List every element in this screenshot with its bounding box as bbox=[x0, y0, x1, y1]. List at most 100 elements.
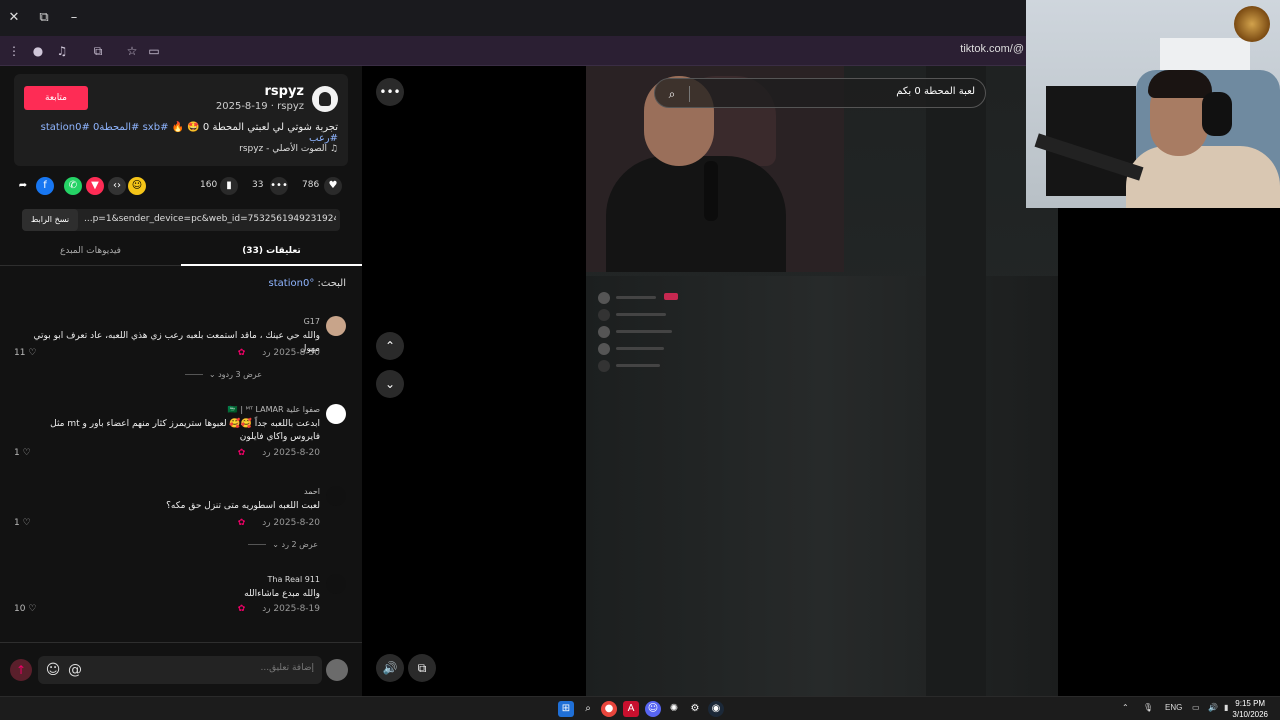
hair bbox=[1148, 70, 1212, 98]
reply-button[interactable]: رد bbox=[262, 518, 270, 528]
picture-in-picture-icon[interactable]: ⧉ bbox=[408, 654, 436, 682]
language-indicator[interactable]: ENG bbox=[1165, 703, 1182, 712]
embed-icon[interactable]: ‹› bbox=[108, 177, 126, 195]
minimize-icon[interactable]: – bbox=[64, 8, 84, 28]
follow-button[interactable]: متابعة bbox=[24, 86, 88, 110]
tiktok-extension-icon[interactable]: ● bbox=[28, 41, 48, 61]
screen: ✕ ⧉ – ⋮ ● ♫ ⧉ ☆ ▭ tiktok.com/@ متابعة rs… bbox=[0, 0, 1280, 720]
browser-titlebar: ✕ ⧉ – bbox=[0, 0, 1030, 36]
search-term[interactable]: station0 bbox=[269, 278, 310, 289]
openai-icon[interactable]: ✺ bbox=[666, 701, 682, 717]
post-card: متابعة rspyz 2025-8-19 · rspyz تجربة شوت… bbox=[14, 74, 348, 166]
comment-item: G17 والله حي عينك ، ماقد استمعت بلعبه رع… bbox=[0, 316, 362, 396]
share-arrow-icon[interactable]: ➦ bbox=[14, 177, 32, 195]
saves-count: 160 bbox=[200, 180, 218, 190]
commenter-avatar[interactable] bbox=[326, 316, 346, 336]
search-prefix: البحث: bbox=[317, 278, 347, 289]
commenter-name[interactable]: صفوا علية 🇸🇦 | ᴹᵀ LAMAR bbox=[228, 405, 320, 414]
media-controls-icon[interactable]: ♫ bbox=[52, 41, 72, 61]
next-video-icon[interactable]: ⌄ bbox=[376, 370, 404, 398]
bookmark-star-icon[interactable]: ☆ bbox=[122, 41, 142, 61]
comment-like[interactable]: 1 ♡ bbox=[14, 518, 31, 528]
more-options-icon[interactable]: ••• bbox=[376, 78, 404, 106]
emoji-share-icon[interactable]: ☺ bbox=[128, 177, 146, 195]
reply-button[interactable]: رد bbox=[262, 448, 270, 458]
search-keyword: البحث: station0° bbox=[269, 278, 346, 289]
commenter-avatar[interactable] bbox=[326, 486, 346, 506]
network-icon[interactable]: ▭ bbox=[1192, 703, 1200, 712]
tiktok-share-icon[interactable]: ▼ bbox=[86, 177, 104, 195]
microphone-tray-icon[interactable]: 🎙 bbox=[1143, 703, 1153, 712]
comment-input[interactable]: ☺ @ إضافة تعليق... bbox=[38, 656, 322, 684]
comment-like-count: 1 bbox=[14, 518, 20, 528]
tab-comments[interactable]: (33) تعليقات bbox=[181, 238, 362, 266]
copy-link-button[interactable]: نسخ الرابط bbox=[22, 209, 78, 231]
comment-meta: 2025-8-20 رد ✿ bbox=[238, 448, 320, 458]
view-replies-button[interactable]: عرض 3 ردود ⌄ bbox=[185, 370, 262, 379]
commenter-avatar[interactable] bbox=[326, 574, 346, 594]
comment-like[interactable]: 10 ♡ bbox=[14, 604, 36, 614]
discord-icon[interactable]: ☺ bbox=[645, 701, 661, 717]
commenter-name[interactable]: G17 bbox=[304, 317, 320, 326]
creator-liked-icon: ✿ bbox=[237, 348, 246, 358]
reply-button[interactable]: رد bbox=[262, 604, 270, 614]
settings-gear-icon[interactable]: ⚙ bbox=[687, 701, 703, 717]
share-link-text[interactable]: ...p=1&sender_device=pc&web_id=753256194… bbox=[84, 214, 336, 224]
video-player[interactable] bbox=[586, 66, 1058, 696]
comment-meta: 2025-8-20 رد ✿ bbox=[238, 518, 320, 528]
steam-icon[interactable]: ◉ bbox=[708, 701, 724, 717]
commenter-name[interactable]: Tha Real 911 bbox=[268, 575, 320, 584]
commenter-avatar[interactable] bbox=[326, 404, 346, 424]
video-area: ••• ⌃ ⌄ 🔊 ⧉ ⌕ لعبة المحطة 0 بكم bbox=[362, 66, 1058, 696]
windows-start-icon[interactable]: ⊞ bbox=[558, 701, 574, 717]
menu-dots-icon[interactable]: ⋮ bbox=[4, 41, 24, 61]
sound-link[interactable]: ♫ الصوت الأصلي - rspyz bbox=[239, 144, 338, 154]
video-search-text[interactable]: لعبة المحطة 0 بكم bbox=[896, 86, 975, 97]
video-search-bar[interactable]: ⌕ لعبة المحطة 0 بكم bbox=[654, 78, 986, 108]
search-icon[interactable]: ⌕ bbox=[663, 85, 681, 103]
extensions-icon[interactable]: ⧉ bbox=[88, 41, 108, 61]
webcam-overlay bbox=[1026, 0, 1280, 208]
address-bar[interactable]: tiktok.com/@ bbox=[960, 43, 1024, 55]
volume-icon[interactable]: 🔊 bbox=[376, 654, 404, 682]
previous-video-icon[interactable]: ⌃ bbox=[376, 332, 404, 360]
clock[interactable]: 9:15 PM 3/10/2026 bbox=[1232, 698, 1268, 720]
hoodie bbox=[1126, 146, 1280, 208]
comment-like[interactable]: 11 ♡ bbox=[14, 348, 36, 358]
comment-meta: 2025-8-19 رد ✿ bbox=[238, 604, 320, 614]
creator-username[interactable]: rspyz bbox=[265, 84, 305, 99]
facebook-share-icon[interactable]: f bbox=[36, 177, 54, 195]
heart-icon[interactable]: ♥ bbox=[324, 177, 342, 195]
comment-item: صفوا علية 🇸🇦 | ᴹᵀ LAMAR ابدعت باللعبه جد… bbox=[0, 404, 362, 476]
send-arrow-icon[interactable]: ↑ bbox=[10, 659, 32, 681]
cast-icon[interactable]: ▭ bbox=[144, 41, 164, 61]
share-link-box: نسخ الرابط ...p=1&sender_device=pc&web_i… bbox=[22, 209, 340, 231]
creator-avatar[interactable] bbox=[312, 86, 338, 112]
battery-icon[interactable]: ▮ bbox=[1224, 703, 1228, 712]
comment-like[interactable]: 1 ♡ bbox=[14, 448, 31, 458]
tab-creator-videos[interactable]: فيديوهات المبدع bbox=[0, 238, 181, 266]
view-replies-button[interactable]: عرض 2 رد ⌄ bbox=[248, 540, 318, 549]
mention-icon[interactable]: @ bbox=[66, 661, 84, 679]
comment-like-count: 1 bbox=[14, 448, 20, 458]
restore-icon[interactable]: ⧉ bbox=[34, 8, 54, 28]
clock-time: 9:15 PM bbox=[1235, 699, 1266, 708]
creator-liked-icon: ✿ bbox=[237, 518, 246, 528]
tray-chevron-icon[interactable]: ⌃ bbox=[1122, 703, 1129, 712]
streamer-body bbox=[606, 156, 786, 272]
speaker-icon[interactable]: 🔊 bbox=[1208, 703, 1218, 712]
bookmark-icon[interactable]: ▮ bbox=[220, 177, 238, 195]
close-icon[interactable]: ✕ bbox=[4, 8, 24, 28]
commenter-name[interactable]: احمد bbox=[304, 487, 320, 496]
search-taskbar-icon[interactable]: ⌕ bbox=[580, 701, 596, 717]
app-red-icon[interactable]: A bbox=[623, 701, 639, 717]
view-replies-label: عرض 3 ردود bbox=[218, 370, 262, 379]
chrome-icon[interactable]: ● bbox=[601, 701, 617, 717]
creator-liked-icon: ✿ bbox=[237, 448, 246, 458]
emoji-icon[interactable]: ☺ bbox=[44, 661, 62, 679]
my-avatar bbox=[326, 659, 348, 681]
reply-button[interactable]: رد bbox=[262, 348, 270, 358]
video-background bbox=[586, 276, 1058, 696]
comment-bubble-icon[interactable]: ••• bbox=[270, 177, 288, 195]
whatsapp-share-icon[interactable]: ✆ bbox=[64, 177, 82, 195]
